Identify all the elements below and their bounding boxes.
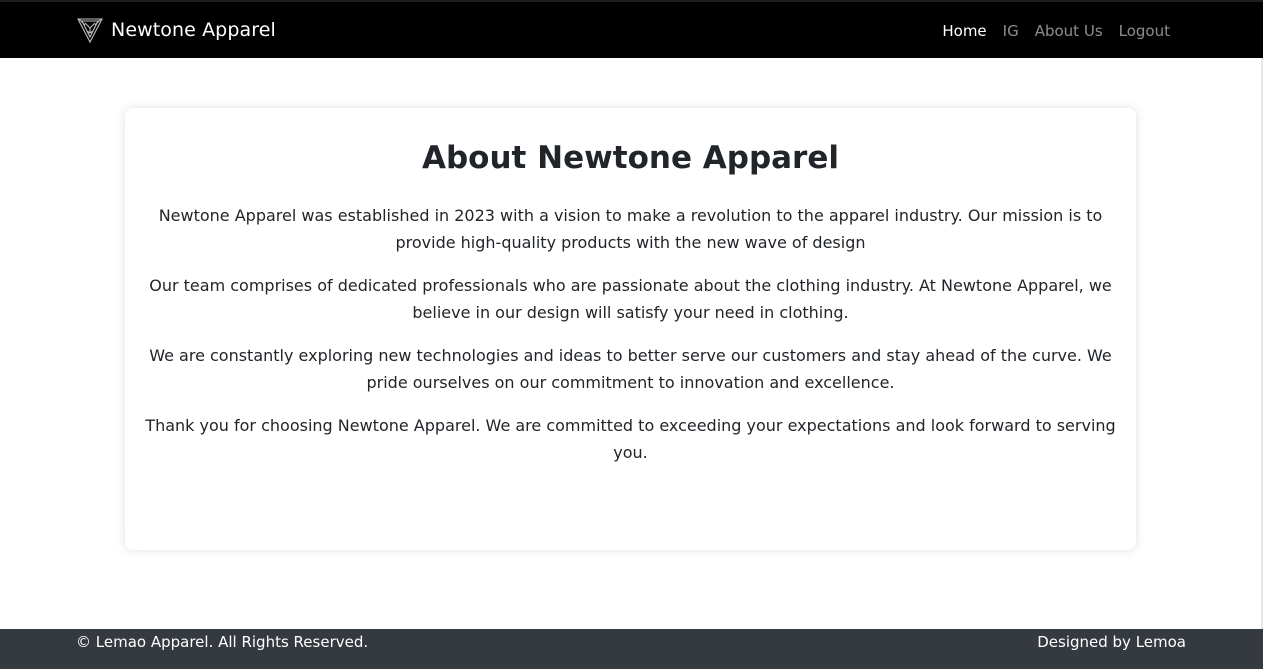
about-card: About Newtone Apparel Newtone Apparel wa…: [125, 108, 1136, 550]
nav-link-logout[interactable]: Logout: [1111, 21, 1178, 41]
page-title: About Newtone Apparel: [421, 140, 839, 176]
top-navbar: Newtone Apparel Home IG About Us Logout: [0, 0, 1263, 58]
about-paragraph: We are constantly exploring new technolo…: [149, 346, 1112, 392]
about-paragraph: Our team comprises of dedicated professi…: [149, 276, 1112, 322]
nav-link-ig[interactable]: IG: [995, 21, 1027, 41]
about-paragraph: Thank you for choosing Newtone Apparel. …: [145, 416, 1116, 462]
footer-credit: Designed by Lemoa: [1037, 633, 1186, 651]
footer-copyright: © Lemao Apparel. All Rights Reserved.: [76, 633, 369, 651]
nav-links: Home IG About Us Logout: [934, 21, 1178, 41]
nav-link-home[interactable]: Home: [934, 21, 994, 41]
nav-link-about-us[interactable]: About Us: [1027, 21, 1111, 41]
triangle-emblem-icon: [76, 16, 104, 44]
page-footer: © Lemao Apparel. All Rights Reserved. De…: [0, 629, 1263, 669]
about-paragraph: Newtone Apparel was established in 2023 …: [158, 206, 1103, 252]
brand-link[interactable]: Newtone Apparel: [76, 16, 276, 44]
brand-name: Newtone Apparel: [111, 19, 276, 41]
